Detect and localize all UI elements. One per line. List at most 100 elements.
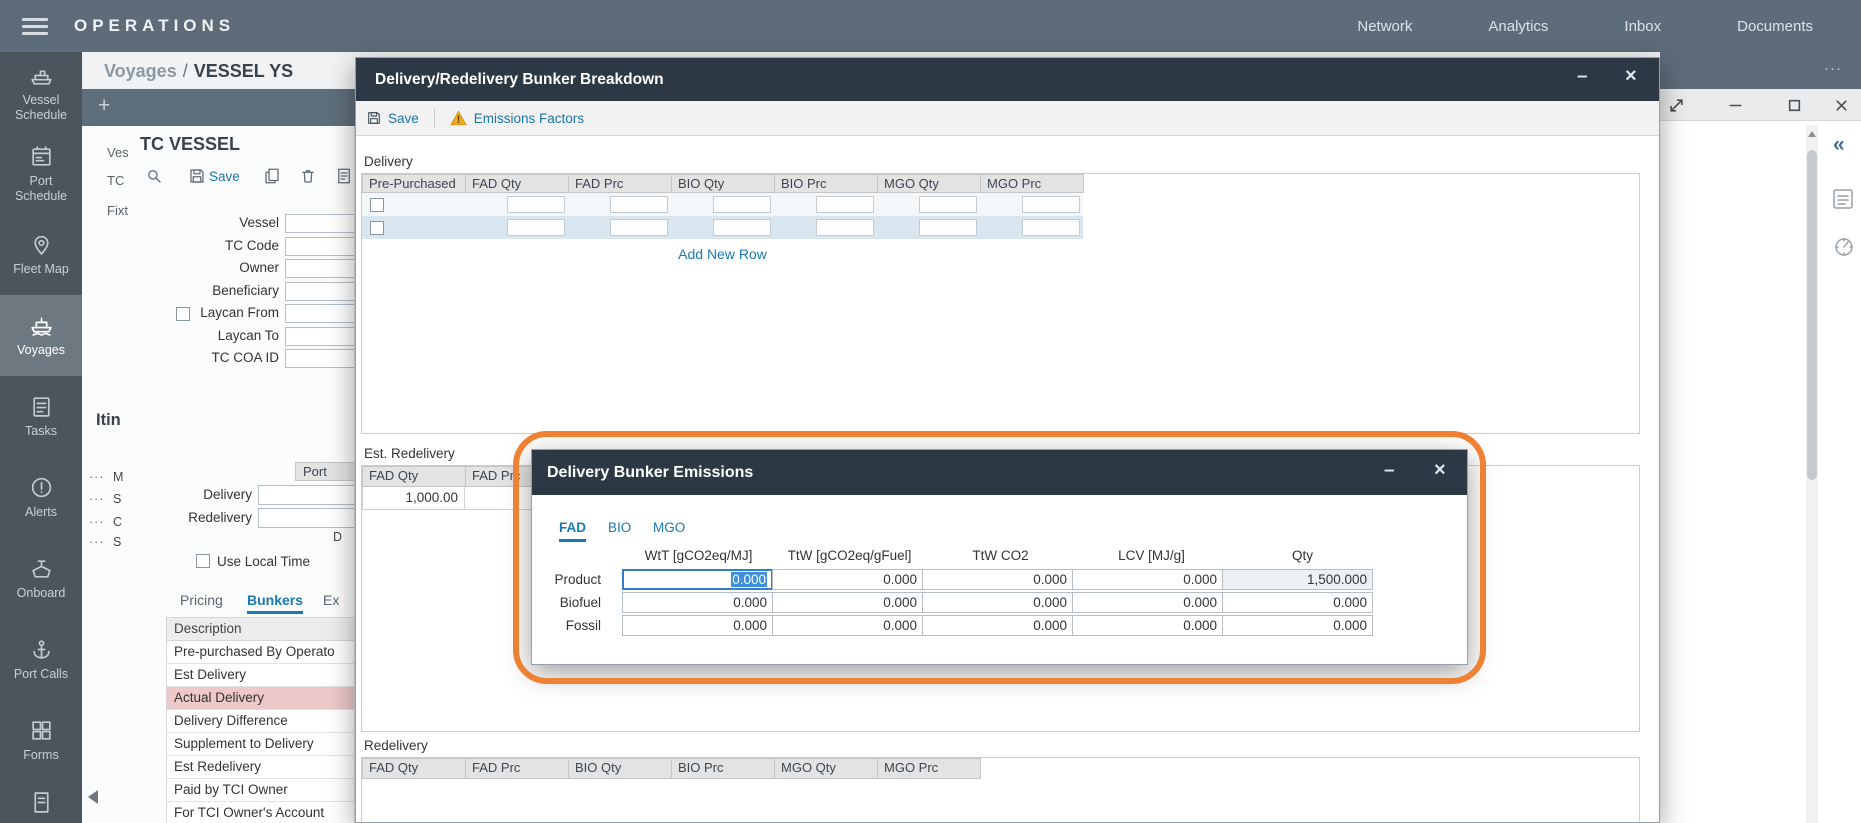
tc-code-field[interactable] — [285, 237, 355, 256]
tab-mgo[interactable]: MGO — [653, 520, 685, 535]
lcv-cell[interactable]: 0.000 — [1072, 569, 1223, 590]
tab-fad[interactable]: FAD — [559, 520, 586, 542]
sidebar-item-vessel-schedule[interactable]: Vessel Schedule — [0, 52, 82, 133]
fad-qty-input[interactable] — [507, 219, 565, 236]
save-disk-icon[interactable] — [366, 110, 382, 126]
bio-prc-input[interactable] — [816, 219, 874, 236]
redelivery-port-field[interactable] — [258, 508, 355, 528]
fad-prc-input[interactable] — [610, 219, 668, 236]
owner-field[interactable] — [285, 259, 355, 278]
search-icon[interactable] — [145, 167, 163, 185]
nav-item-network[interactable]: Network — [1357, 18, 1412, 35]
row-menu-dots[interactable]: ··· — [89, 492, 105, 506]
close-icon[interactable] — [1834, 98, 1849, 113]
emissions-factors-button[interactable]: Emissions Factors — [474, 111, 584, 126]
mgo-qty-input[interactable] — [919, 196, 977, 213]
grid-row-highlighted[interactable]: Actual Delivery — [167, 687, 354, 710]
row-menu-dots[interactable]: ··· — [89, 470, 105, 484]
est-fad-qty-cell[interactable]: 1,000.00 — [362, 487, 465, 510]
ttw-fuel-cell[interactable]: 0.000 — [772, 569, 923, 590]
save-button[interactable]: Save — [209, 169, 240, 184]
delivery-port-field[interactable] — [258, 485, 355, 505]
nav-item-documents[interactable]: Documents — [1737, 18, 1813, 35]
ttw-co2-cell[interactable]: 0.000 — [922, 569, 1073, 590]
report-icon[interactable] — [335, 167, 353, 185]
save-disk-icon[interactable] — [188, 167, 206, 185]
qty-cell[interactable]: 1,500.000 — [1222, 569, 1373, 590]
ttw-co2-cell[interactable]: 0.000 — [922, 592, 1073, 613]
sidebar-item-fleet-map[interactable]: Fleet Map — [0, 214, 82, 295]
collapse-panel-icon[interactable]: « — [1833, 133, 1845, 157]
sidebar-item-voyages[interactable]: Voyages — [0, 295, 82, 376]
tab-pricing[interactable]: Pricing — [180, 592, 223, 608]
wtt-cell-selected[interactable]: 0.000 — [622, 569, 773, 590]
minimize-icon[interactable]: – — [1384, 460, 1395, 482]
tab-bunkers[interactable]: Bunkers — [247, 592, 303, 614]
ttw-fuel-cell[interactable]: 0.000 — [772, 592, 923, 613]
breadcrumb-voyages-link[interactable]: Voyages — [104, 61, 177, 81]
row-menu-dots[interactable]: ··· — [89, 515, 105, 529]
copy-icon[interactable] — [263, 167, 281, 185]
vessel-field[interactable] — [285, 214, 355, 233]
tc-coa-id-field[interactable] — [285, 349, 355, 368]
tab-expenses[interactable]: Ex — [323, 592, 339, 608]
grid-row[interactable]: Est Redelivery — [167, 756, 354, 779]
grid-row[interactable]: Supplement to Delivery — [167, 733, 354, 756]
scrollbar-up-arrow[interactable] — [1808, 131, 1816, 137]
nav-item-analytics[interactable]: Analytics — [1488, 18, 1548, 35]
gauge-icon[interactable] — [1833, 236, 1855, 258]
qty-cell[interactable]: 0.000 — [1222, 615, 1373, 636]
sidebar-item-forms[interactable]: Forms — [0, 700, 82, 781]
properties-list-icon[interactable] — [1832, 188, 1854, 210]
add-tab-button[interactable]: + — [98, 94, 110, 118]
wtt-cell[interactable]: 0.000 — [622, 592, 773, 613]
bio-qty-input[interactable] — [713, 196, 771, 213]
scrollbar-thumb[interactable] — [1807, 150, 1817, 480]
collapse-left-arrow[interactable] — [88, 790, 98, 804]
ttw-fuel-cell[interactable]: 0.000 — [772, 615, 923, 636]
maximize-icon[interactable] — [1787, 98, 1802, 113]
mgo-qty-input[interactable] — [919, 219, 977, 236]
bio-prc-input[interactable] — [816, 196, 874, 213]
laycan-to-field[interactable] — [285, 327, 355, 346]
wtt-cell[interactable]: 0.000 — [622, 615, 773, 636]
fad-qty-input[interactable] — [507, 196, 565, 213]
mgo-prc-input[interactable] — [1022, 196, 1080, 213]
mgo-prc-input[interactable] — [1022, 219, 1080, 236]
popout-icon[interactable] — [1669, 98, 1684, 113]
row-menu-dots[interactable]: ··· — [89, 535, 105, 549]
beneficiary-field[interactable] — [285, 282, 355, 301]
use-local-time-checkbox[interactable] — [196, 554, 210, 568]
sidebar-item-alerts[interactable]: Alerts — [0, 457, 82, 538]
minimize-icon[interactable]: – — [1577, 66, 1588, 88]
laycan-from-field[interactable] — [285, 304, 355, 323]
qty-cell[interactable]: 0.000 — [1222, 592, 1373, 613]
add-new-row-link[interactable]: Add New Row — [362, 246, 1083, 262]
close-icon[interactable]: × — [1434, 459, 1446, 482]
pre-purchased-checkbox[interactable] — [370, 198, 384, 212]
ttw-co2-cell[interactable]: 0.000 — [922, 615, 1073, 636]
lcv-cell[interactable]: 0.000 — [1072, 592, 1223, 613]
sidebar-item-partial[interactable] — [0, 781, 82, 823]
close-icon[interactable]: × — [1625, 65, 1637, 88]
save-button[interactable]: Save — [388, 111, 419, 126]
sidebar-item-tasks[interactable]: Tasks — [0, 376, 82, 457]
bio-qty-input[interactable] — [713, 219, 771, 236]
grid-row[interactable]: For TCI Owner's Account — [167, 802, 354, 823]
sidebar-item-port-calls[interactable]: Port Calls — [0, 619, 82, 700]
grid-row[interactable]: Delivery Difference — [167, 710, 354, 733]
trash-icon[interactable] — [299, 167, 317, 185]
tab-bio[interactable]: BIO — [608, 520, 631, 535]
grid-row[interactable]: Est Delivery — [167, 664, 354, 687]
fad-prc-input[interactable] — [610, 196, 668, 213]
minimize-icon[interactable] — [1728, 98, 1743, 113]
grid-row[interactable]: Paid by TCI Owner — [167, 779, 354, 802]
overflow-menu-icon[interactable]: ··· — [1824, 60, 1842, 77]
nav-item-inbox[interactable]: Inbox — [1624, 18, 1661, 35]
sidebar-item-port-schedule[interactable]: Port Schedule — [0, 133, 82, 214]
hamburger-menu-icon[interactable] — [22, 18, 48, 35]
grid-row[interactable]: Pre-purchased By Operato — [167, 641, 354, 664]
lcv-cell[interactable]: 0.000 — [1072, 615, 1223, 636]
pre-purchased-checkbox[interactable] — [370, 221, 384, 235]
sidebar-item-onboard[interactable]: Onboard — [0, 538, 82, 619]
